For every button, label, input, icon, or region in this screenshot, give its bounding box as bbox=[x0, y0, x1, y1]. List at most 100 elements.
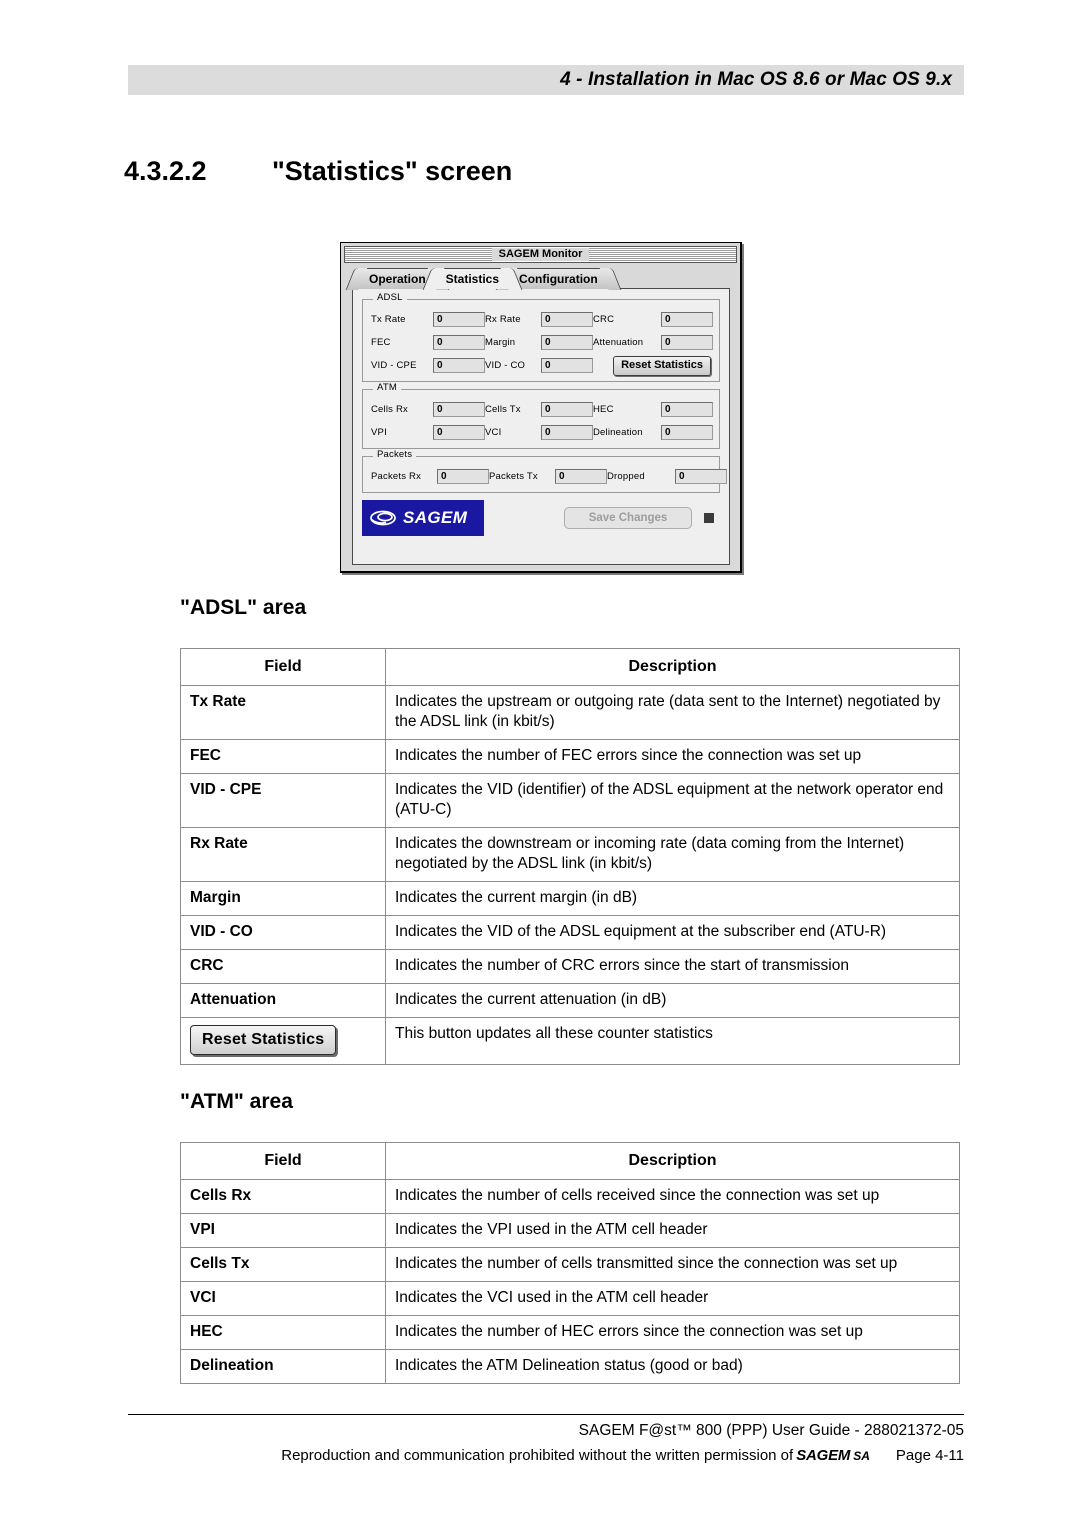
running-head-text: 4 - Installation in Mac OS 8.6 or Mac OS… bbox=[560, 69, 952, 90]
reset-statistics-button[interactable]: Reset Statistics bbox=[613, 355, 711, 376]
table-row: CRC Indicates the number of CRC errors s… bbox=[180, 949, 960, 984]
atm-field-name: Delineation bbox=[180, 1349, 386, 1384]
atm-field-description: Indicates the number of cells transmitte… bbox=[385, 1247, 960, 1282]
statistics-panel: ADSL Tx Rate 0 Rx Rate 0 CRC 0 FEC 0 Mar… bbox=[352, 288, 730, 565]
field-tx-rate-label: Tx Rate bbox=[371, 314, 406, 325]
sagem-monitor-window: SAGEM Monitor Operation Statistics Confi… bbox=[340, 242, 742, 573]
sagem-eye-icon bbox=[370, 510, 396, 526]
atm-field-name: VPI bbox=[180, 1213, 386, 1248]
adsl-field-name: Tx Rate bbox=[180, 685, 386, 740]
window-title: SAGEM Monitor bbox=[491, 248, 590, 261]
field-cells-tx-label: Cells Tx bbox=[485, 404, 521, 415]
adsl-field-description: Indicates the number of FEC errors since… bbox=[385, 739, 960, 774]
page-running-header: 4 - Installation in Mac OS 8.6 or Mac OS… bbox=[128, 65, 964, 95]
adsl-field-description: Indicates the upstream or outgoing rate … bbox=[385, 685, 960, 740]
field-attenuation-value[interactable]: 0 bbox=[661, 335, 713, 350]
field-packets-tx-value[interactable]: 0 bbox=[555, 469, 607, 484]
field-fec-value[interactable]: 0 bbox=[433, 335, 485, 350]
save-changes-button[interactable]: Save Changes bbox=[564, 507, 692, 529]
footer-copyright-text: Reproduction and communication prohibite… bbox=[281, 1447, 794, 1464]
field-delineation-value[interactable]: 0 bbox=[661, 425, 713, 440]
field-packets-rx-value[interactable]: 0 bbox=[437, 469, 489, 484]
field-fec: FEC 0 bbox=[371, 335, 485, 350]
tab-configuration[interactable]: Configuration bbox=[506, 268, 611, 289]
atm-field-description: Indicates the VCI used in the ATM cell h… bbox=[385, 1281, 960, 1316]
atm-field-table: Field Description Cells Rx Indicates the… bbox=[180, 1142, 960, 1384]
field-cells-tx-value[interactable]: 0 bbox=[541, 402, 593, 417]
section-title: "Statistics" screen bbox=[272, 156, 513, 186]
adsl-field-description: Indicates the VID (identifier) of the AD… bbox=[385, 773, 960, 828]
reset-statistics-button-illustration[interactable]: Reset Statistics bbox=[190, 1025, 337, 1055]
adsl-col-description: Description bbox=[385, 648, 960, 686]
field-dropped: Dropped 0 bbox=[607, 469, 727, 484]
atm-row-1: Cells Rx 0 Cells Tx 0 HEC 0 bbox=[371, 401, 713, 418]
window-body: Operation Statistics Configuration ADSL … bbox=[344, 267, 737, 567]
field-vid-cpe: VID - CPE 0 bbox=[371, 358, 485, 373]
field-tx-rate-value[interactable]: 0 bbox=[433, 312, 485, 327]
footer-sa-wordmark: SA bbox=[853, 1449, 870, 1463]
tabstrip: Operation Statistics Configuration bbox=[344, 267, 737, 289]
field-hec-value[interactable]: 0 bbox=[661, 402, 713, 417]
adsl-field-name-button-cell: Reset Statistics bbox=[180, 1017, 386, 1065]
window-footer: SAGEM Save Changes bbox=[362, 500, 720, 536]
field-packets-rx: Packets Rx 0 bbox=[371, 469, 489, 484]
table-row: Margin Indicates the current margin (in … bbox=[180, 881, 960, 916]
field-vci-value[interactable]: 0 bbox=[541, 425, 593, 440]
adsl-field-description: This button updates all these counter st… bbox=[385, 1017, 960, 1065]
field-cells-tx: Cells Tx 0 bbox=[485, 402, 593, 417]
table-row: FEC Indicates the number of FEC errors s… bbox=[180, 739, 960, 774]
field-crc-value[interactable]: 0 bbox=[661, 312, 713, 327]
field-cells-rx-value[interactable]: 0 bbox=[433, 402, 485, 417]
footer-page-number: Page 4-11 bbox=[895, 1447, 964, 1464]
field-hec-label: HEC bbox=[593, 404, 614, 415]
table-row: VID - CPE Indicates the VID (identifier)… bbox=[180, 773, 960, 828]
reset-statistics-wrap: Reset Statistics bbox=[598, 355, 711, 376]
field-rx-rate-label: Rx Rate bbox=[485, 314, 521, 325]
table-row: Delineation Indicates the ATM Delineatio… bbox=[180, 1349, 960, 1384]
tab-configuration-label: Configuration bbox=[519, 272, 598, 286]
field-attenuation-label: Attenuation bbox=[593, 337, 644, 348]
table-row: Attenuation Indicates the current attenu… bbox=[180, 983, 960, 1018]
tab-statistics[interactable]: Statistics bbox=[432, 268, 513, 289]
field-cells-rx: Cells Rx 0 bbox=[371, 402, 485, 417]
field-dropped-label: Dropped bbox=[607, 471, 645, 482]
field-vid-co: VID - CO 0 bbox=[485, 358, 598, 373]
field-vid-co-value[interactable]: 0 bbox=[541, 358, 593, 373]
window-titlebar[interactable]: SAGEM Monitor bbox=[344, 246, 737, 263]
field-packets-tx-label: Packets Tx bbox=[489, 471, 538, 482]
field-rx-rate: Rx Rate 0 bbox=[485, 312, 593, 327]
section-number: 4.3.2.2 bbox=[124, 156, 207, 186]
field-margin-value[interactable]: 0 bbox=[541, 335, 593, 350]
adsl-field-description: Indicates the current margin (in dB) bbox=[385, 881, 960, 916]
adsl-row-1: Tx Rate 0 Rx Rate 0 CRC 0 bbox=[371, 311, 713, 328]
adsl-col-field: Field bbox=[180, 648, 386, 686]
adsl-field-name: CRC bbox=[180, 949, 386, 984]
footer-divider bbox=[128, 1414, 964, 1415]
field-attenuation: Attenuation 0 bbox=[593, 335, 713, 350]
atm-row-2: VPI 0 VCI 0 Delineation 0 bbox=[371, 424, 713, 441]
footer-copyright: Reproduction and communication prohibite… bbox=[116, 1447, 964, 1464]
field-cells-rx-label: Cells Rx bbox=[371, 404, 408, 415]
adsl-field-description: Indicates the VID of the ADSL equipment … bbox=[385, 915, 960, 950]
field-packets-tx: Packets Tx 0 bbox=[489, 469, 607, 484]
field-dropped-value[interactable]: 0 bbox=[675, 469, 727, 484]
adsl-group: ADSL Tx Rate 0 Rx Rate 0 CRC 0 FEC 0 Mar… bbox=[362, 293, 720, 382]
field-delineation-label: Delineation bbox=[593, 427, 643, 438]
packets-row-1: Packets Rx 0 Packets Tx 0 Dropped 0 bbox=[371, 468, 727, 485]
atm-group-legend: ATM bbox=[373, 383, 401, 393]
table-row: VCI Indicates the VCI used in the ATM ce… bbox=[180, 1281, 960, 1316]
adsl-field-name: FEC bbox=[180, 739, 386, 774]
footer-sagem-wordmark: SAGEM bbox=[796, 1447, 851, 1464]
atm-group: ATM Cells Rx 0 Cells Tx 0 HEC 0 VPI 0 VC… bbox=[362, 383, 720, 449]
adsl-row-2: FEC 0 Margin 0 Attenuation 0 bbox=[371, 334, 713, 351]
atm-field-description: Indicates the ATM Delineation status (go… bbox=[385, 1349, 960, 1384]
adsl-field-description: Indicates the current attenuation (in dB… bbox=[385, 983, 960, 1018]
field-rx-rate-value[interactable]: 0 bbox=[541, 312, 593, 327]
atm-field-name: Cells Rx bbox=[180, 1179, 386, 1214]
atm-field-description: Indicates the number of cells received s… bbox=[385, 1179, 960, 1214]
field-vpi-value[interactable]: 0 bbox=[433, 425, 485, 440]
atm-col-field: Field bbox=[180, 1142, 386, 1180]
field-vid-cpe-value[interactable]: 0 bbox=[433, 358, 485, 373]
table-header-row: Field Description bbox=[180, 1142, 960, 1180]
field-vpi-label: VPI bbox=[371, 427, 387, 438]
